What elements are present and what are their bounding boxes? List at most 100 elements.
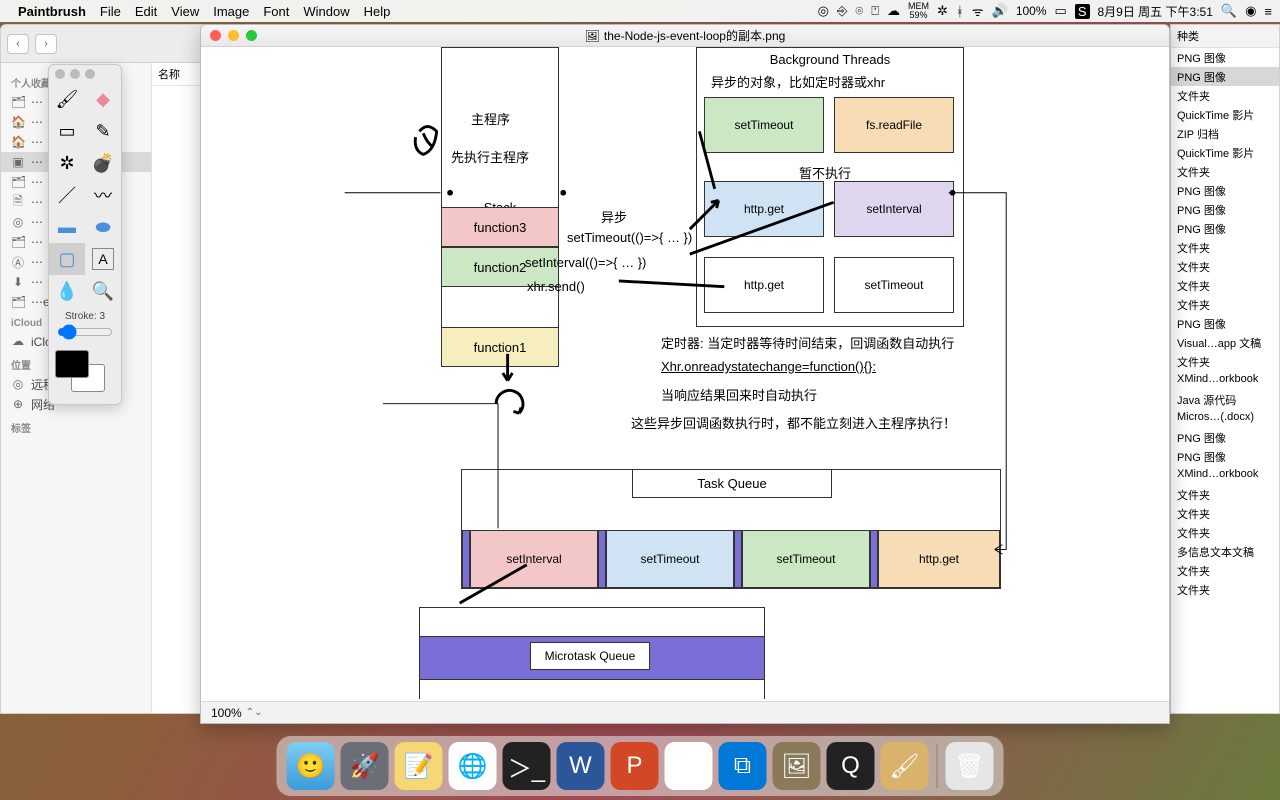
notification-center-icon[interactable]: ≡ <box>1264 4 1272 19</box>
kind-cell[interactable]: PNG 图像 <box>1171 428 1279 447</box>
mem-widget[interactable]: MEM59% <box>908 2 929 20</box>
kind-cell[interactable]: 文件夹 <box>1171 295 1279 314</box>
menu-view[interactable]: View <box>171 4 199 19</box>
kind-cell[interactable]: PNG 图像 <box>1171 67 1279 86</box>
wifi-icon[interactable]: ᯤ <box>972 2 984 20</box>
stroke-slider[interactable] <box>57 324 113 340</box>
canvas[interactable]: Stack 主程序 先执行主程序 function3 function2 fun… <box>201 47 1169 699</box>
menu-help[interactable]: Help <box>364 4 391 19</box>
close-icon[interactable] <box>55 69 65 79</box>
spotlight-icon[interactable]: 🔍 <box>1221 3 1237 19</box>
eraser-tool[interactable]: ◆ <box>85 83 121 115</box>
dock-launchpad[interactable]: 🚀 <box>341 742 389 790</box>
forward-button[interactable]: › <box>35 34 57 54</box>
input-source-icon[interactable]: S <box>1075 4 1090 19</box>
zoom-button[interactable] <box>246 30 257 41</box>
menu-font[interactable]: Font <box>263 4 289 19</box>
menu-window[interactable]: Window <box>303 4 349 19</box>
kind-cell[interactable]: 文件夹 <box>1171 276 1279 295</box>
kind-cell[interactable]: 文件夹 <box>1171 352 1279 371</box>
battery-pct[interactable]: 100% <box>1016 4 1047 18</box>
kind-cell[interactable]: 多信息文本文稿 <box>1171 542 1279 561</box>
kind-cell[interactable]: ZIP 归档 <box>1171 124 1279 143</box>
app-name[interactable]: Paintbrush <box>18 4 86 19</box>
zoom-icon[interactable] <box>85 69 95 79</box>
roundrect-tool[interactable]: ▢ <box>49 243 85 275</box>
kind-cell[interactable]: 文件夹 <box>1171 238 1279 257</box>
zoom-level[interactable]: 100% <box>211 706 242 720</box>
close-button[interactable] <box>210 30 221 41</box>
status-icon[interactable]: ⌾ <box>855 3 863 19</box>
siri-icon[interactable]: ◉ <box>1245 3 1256 19</box>
dock-preview[interactable]: 🖼 <box>773 742 821 790</box>
bomb-tool[interactable]: 💣 <box>85 147 121 179</box>
dock-powerpoint[interactable]: P <box>611 742 659 790</box>
column-header-kind[interactable]: 种类 <box>1171 25 1279 48</box>
kind-cell[interactable]: PNG 图像 <box>1171 314 1279 333</box>
status-icon[interactable]: ⎆ <box>837 3 847 19</box>
menu-edit[interactable]: Edit <box>135 4 157 19</box>
minimize-icon[interactable] <box>70 69 80 79</box>
dock-quicktime[interactable]: Q <box>827 742 875 790</box>
kind-cell[interactable]: PNG 图像 <box>1171 219 1279 238</box>
minimize-button[interactable] <box>228 30 239 41</box>
dock-paintbrush[interactable]: 🖌 <box>881 742 929 790</box>
foreground-color[interactable] <box>55 350 89 378</box>
zoom-stepper-icon[interactable]: ⌃⌄ <box>246 707 263 718</box>
curve-tool[interactable]: 〰 <box>85 179 121 211</box>
brush-tool[interactable]: 🖌 <box>49 83 85 115</box>
dock-word[interactable]: W <box>557 742 605 790</box>
kind-cell[interactable]: PNG 图像 <box>1171 200 1279 219</box>
kind-cell[interactable]: 文件夹 <box>1171 257 1279 276</box>
text-tool[interactable]: A <box>92 248 114 270</box>
menu-file[interactable]: File <box>100 4 121 19</box>
spray-tool[interactable]: ✲ <box>49 147 85 179</box>
kind-cell[interactable]: Visual…app 文稿 <box>1171 333 1279 352</box>
kind-cell[interactable]: PNG 图像 <box>1171 181 1279 200</box>
dock-chrome[interactable]: 🌐 <box>449 742 497 790</box>
kind-cell[interactable]: XMind…orkbook <box>1171 371 1279 390</box>
menu-image[interactable]: Image <box>213 4 249 19</box>
status-icon[interactable]: ⍞ <box>871 3 879 19</box>
kind-cell[interactable]: 文件夹 <box>1171 523 1279 542</box>
kind-cell[interactable]: PNG 图像 <box>1171 48 1279 67</box>
ellipse-tool[interactable]: ⬬ <box>85 211 121 243</box>
status-icon[interactable]: ☁ <box>887 3 900 19</box>
kind-cell[interactable]: 文件夹 <box>1171 580 1279 599</box>
dock-trash[interactable]: 🗑 <box>946 742 994 790</box>
zoom-tool[interactable]: 🔍 <box>85 275 121 307</box>
fill-tool[interactable]: ✎ <box>85 115 121 147</box>
bluetooth-icon[interactable]: ᚼ <box>956 4 964 19</box>
dock-app[interactable]: ∞ <box>665 742 713 790</box>
doc-titlebar[interactable]: 🖼 the-Node-js-event-loop的副本.png <box>201 25 1169 47</box>
kind-cell[interactable]: 文件夹 <box>1171 162 1279 181</box>
kind-cell[interactable]: PNG 图像 <box>1171 447 1279 466</box>
volume-icon[interactable]: 🔊 <box>992 3 1008 19</box>
marquee-tool[interactable]: ▭ <box>49 115 85 147</box>
dock-notes[interactable]: 📝 <box>395 742 443 790</box>
rect-tool[interactable]: ▬ <box>49 211 85 243</box>
dock-terminal[interactable]: ＞_ <box>503 742 551 790</box>
kind-cell[interactable]: 文件夹 <box>1171 561 1279 580</box>
status-icon[interactable]: ✲ <box>937 3 948 19</box>
kind-cell[interactable]: Micros…(.docx) <box>1171 409 1279 428</box>
paintbrush-tools-palette[interactable]: 🖌 ◆ ▭ ✎ ✲ 💣 ／ 〰 ▬ ⬬ ▢ A 💧 🔍 Stroke: 3 <box>48 64 122 405</box>
clock[interactable]: 8月9日 周五 下午3:51 <box>1098 3 1213 20</box>
kind-cell[interactable]: QuickTime 影片 <box>1171 105 1279 124</box>
eyedropper-tool[interactable]: 💧 <box>49 275 85 307</box>
palette-titlebar[interactable] <box>49 65 121 83</box>
battery-icon[interactable]: ▭ <box>1055 3 1067 19</box>
line-tool[interactable]: ／ <box>49 179 85 211</box>
kind-cell[interactable]: 文件夹 <box>1171 485 1279 504</box>
back-button[interactable]: ‹ <box>7 34 29 54</box>
doc-statusbar: 100% ⌃⌄ <box>201 701 1169 723</box>
kind-cell[interactable]: QuickTime 影片 <box>1171 143 1279 162</box>
dock-finder[interactable]: 🙂 <box>287 742 335 790</box>
kind-cell[interactable]: 文件夹 <box>1171 86 1279 105</box>
status-icon[interactable]: ◎ <box>818 3 829 19</box>
kind-cell[interactable]: 文件夹 <box>1171 504 1279 523</box>
kind-cell[interactable]: Java 源代码 <box>1171 390 1279 409</box>
stack-frame: function1 <box>441 327 559 367</box>
kind-cell[interactable]: XMind…orkbook <box>1171 466 1279 485</box>
dock-vscode[interactable]: ⧉ <box>719 742 767 790</box>
